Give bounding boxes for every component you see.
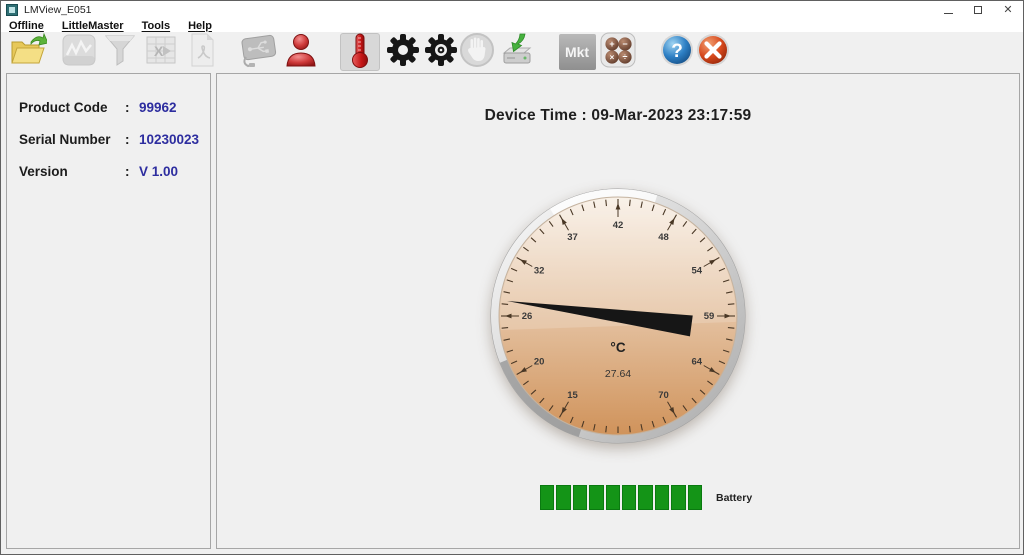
svg-text:42: 42 [613, 220, 624, 231]
menu-littlemaster[interactable]: LittleMaster [62, 20, 124, 32]
minimize-icon [944, 12, 953, 14]
svg-text:×: × [610, 53, 615, 62]
battery-segment [540, 485, 554, 510]
close-button[interactable]: ✕ [993, 1, 1023, 19]
usb-device-icon [238, 31, 280, 74]
open-folder-icon [9, 32, 47, 73]
calculator-keys-button[interactable]: + − × ÷ [598, 33, 638, 71]
minimize-button[interactable] [933, 1, 963, 19]
battery-segment [573, 485, 587, 510]
battery-label: Battery [716, 492, 752, 504]
svg-text:64: 64 [692, 357, 703, 368]
battery-bar [540, 485, 702, 510]
battery-segment [622, 485, 636, 510]
maximize-button[interactable] [963, 1, 993, 19]
battery-segment [688, 485, 702, 510]
help-button[interactable]: ? [657, 33, 697, 71]
device-info-panel: Product Code : 99962 Serial Number : 102… [6, 73, 211, 549]
calc-buttons-icon: + − × ÷ [599, 31, 637, 74]
temperature-gauge: 15 20 26 32 37 42 48 54 59 64 70 °C 27.64 [488, 186, 748, 446]
stop-hand-icon [458, 31, 496, 74]
gear-icon [384, 31, 422, 74]
gauge-unit-label: °C [610, 340, 625, 355]
maximize-icon [974, 6, 982, 14]
product-code-label: Product Code [19, 100, 125, 115]
version-label: Version [19, 164, 125, 179]
svg-text:X: X [154, 43, 164, 59]
svg-text:15: 15 [567, 390, 578, 401]
battery-segment [589, 485, 603, 510]
battery-segment [606, 485, 620, 510]
filter-button[interactable] [100, 33, 140, 71]
save-to-device-button[interactable] [497, 33, 537, 71]
product-code-row: Product Code : 99962 [7, 100, 210, 115]
user-button[interactable] [281, 33, 321, 71]
exit-icon [695, 32, 731, 73]
product-code-value: 99962 [139, 100, 177, 115]
gauge-value-label: 27.64 [605, 368, 631, 380]
battery-segment [556, 485, 570, 510]
settings-button[interactable] [383, 33, 423, 71]
advanced-settings-button[interactable] [421, 33, 461, 71]
mkt-button[interactable]: Mkt [557, 33, 597, 71]
connect-device-button[interactable] [239, 33, 279, 71]
pdf-icon [185, 32, 219, 73]
serial-number-value: 10230023 [139, 132, 199, 147]
app-window: LMView_E051 ✕ Offline LittleMaster Tools… [0, 0, 1024, 555]
svg-text:37: 37 [567, 232, 578, 243]
battery-segment [655, 485, 669, 510]
toolbar: X [1, 32, 1023, 73]
svg-text:59: 59 [704, 311, 715, 322]
serial-number-label: Serial Number [19, 132, 125, 147]
svg-text:20: 20 [534, 357, 545, 368]
svg-text:26: 26 [522, 311, 533, 322]
export-pdf-button[interactable] [182, 33, 222, 71]
svg-text:÷: ÷ [623, 52, 628, 62]
funnel-icon [101, 32, 139, 73]
svg-text:−: − [622, 39, 627, 49]
version-value: V 1.00 [139, 164, 178, 179]
thermometer-icon [345, 32, 375, 73]
mkt-label: Mkt [565, 44, 589, 60]
device-time: Device Time : 09-Mar-2023 23:17:59 [217, 107, 1019, 125]
graph-button[interactable] [59, 33, 99, 71]
menu-help[interactable]: Help [188, 20, 212, 32]
main-panel: Device Time : 09-Mar-2023 23:17:59 [216, 73, 1020, 549]
close-icon: ✕ [1003, 5, 1012, 16]
user-icon [284, 32, 318, 73]
help-icon: ? [659, 32, 695, 73]
battery-indicator: Battery [540, 485, 752, 510]
temperature-button[interactable] [340, 33, 380, 71]
svg-text:48: 48 [658, 232, 669, 243]
battery-segment [638, 485, 652, 510]
excel-export-icon: X [142, 32, 180, 73]
menu-offline[interactable]: Offline [9, 20, 44, 32]
battery-segment [671, 485, 685, 510]
menu-tools[interactable]: Tools [142, 20, 171, 32]
title-bar: LMView_E051 ✕ [1, 1, 1023, 19]
svg-text:?: ? [671, 41, 683, 62]
exit-button[interactable] [693, 33, 733, 71]
waveform-chart-icon [60, 32, 98, 73]
mkt-text-button: Mkt [559, 34, 596, 70]
serial-number-row: Serial Number : 10230023 [7, 132, 210, 147]
open-button[interactable] [8, 33, 48, 71]
stop-button[interactable] [457, 33, 497, 71]
download-drive-icon [498, 31, 536, 74]
gauge-dial-svg: 15 20 26 32 37 42 48 54 59 64 70 °C 27.64 [488, 186, 748, 446]
window-title: LMView_E051 [24, 4, 92, 16]
app-logo-icon [6, 4, 18, 16]
version-row: Version : V 1.00 [7, 164, 210, 179]
svg-text:70: 70 [658, 390, 669, 401]
gear-advanced-icon [422, 31, 460, 74]
svg-text:+: + [609, 39, 614, 49]
svg-text:54: 54 [692, 266, 703, 277]
svg-text:32: 32 [534, 266, 545, 277]
export-excel-button[interactable]: X [141, 33, 181, 71]
